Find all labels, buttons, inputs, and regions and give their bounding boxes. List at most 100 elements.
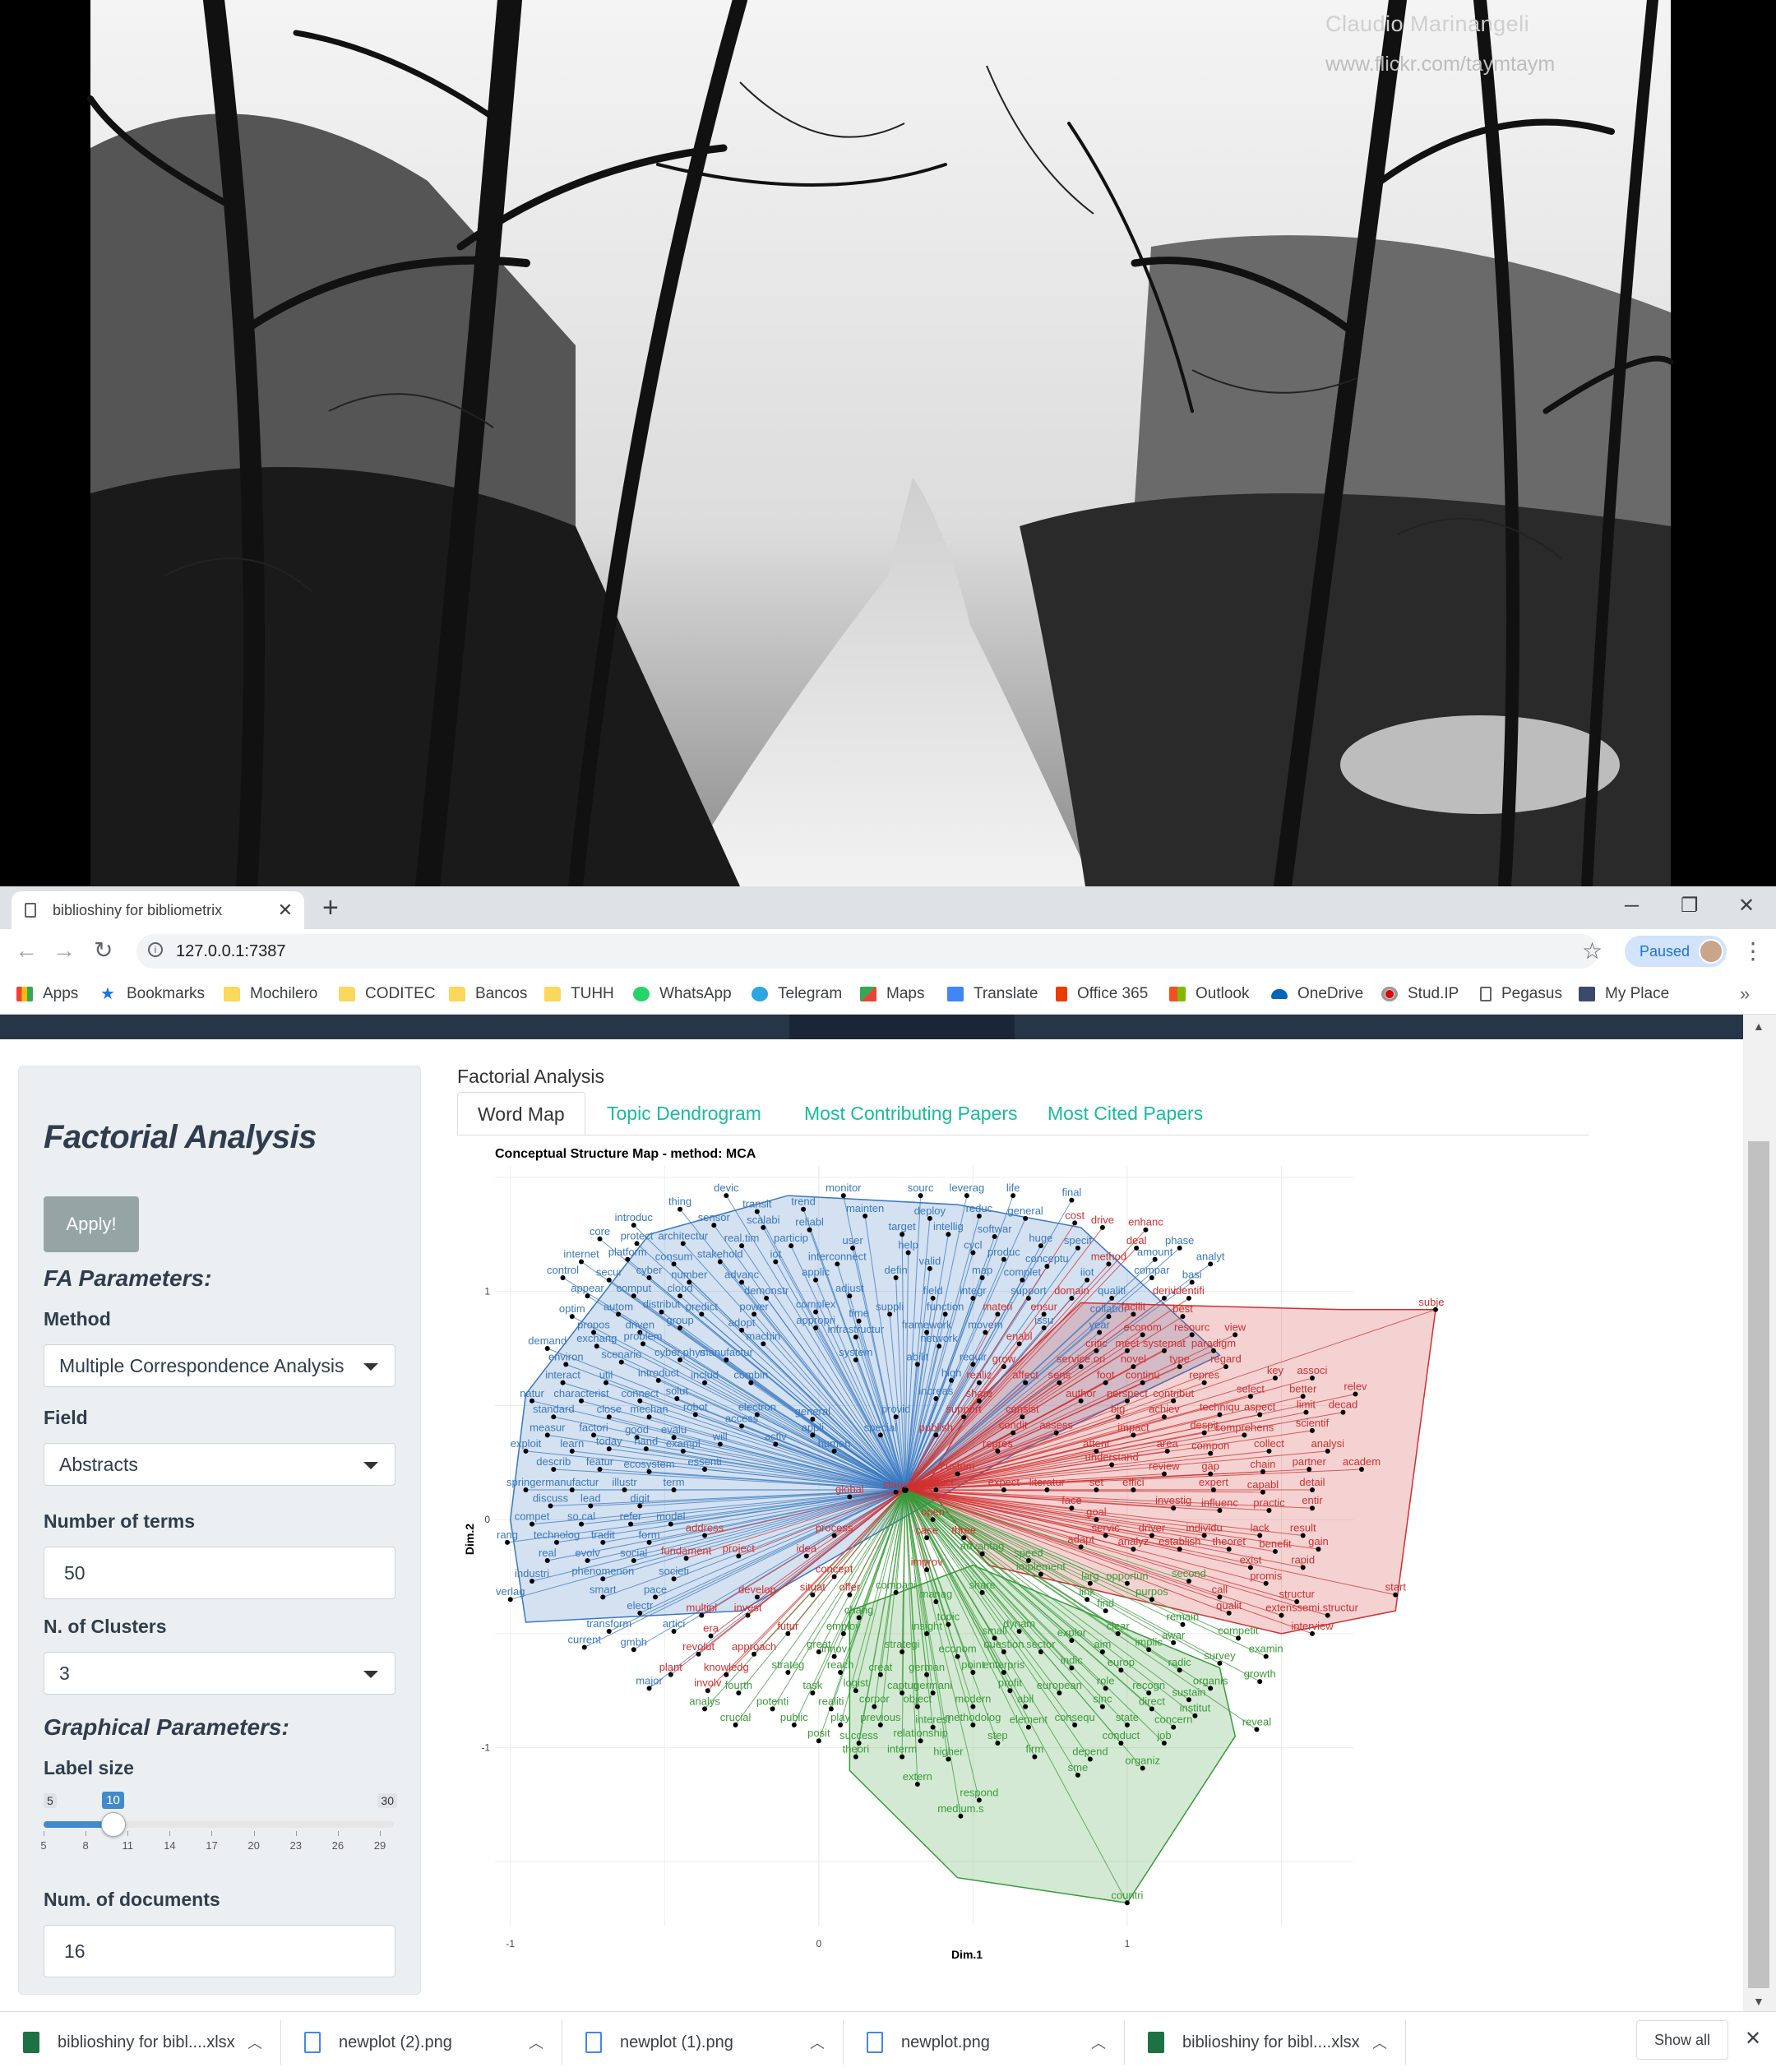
tab-word-map[interactable]: Word Map	[457, 1092, 585, 1135]
bookmark-whatsapp[interactable]: WhatsApp	[633, 982, 732, 1006]
scrollbar-thumb[interactable]	[1748, 1141, 1769, 1988]
chart-point-label: multipl	[687, 1602, 718, 1614]
new-tab-button[interactable]: +	[322, 891, 339, 924]
chart-point-label: implement	[1016, 1561, 1066, 1573]
chart-point-label: key	[1267, 1364, 1284, 1376]
chart-point-label: effici	[1122, 1476, 1145, 1488]
bookmark-bookmarks[interactable]: ★ Bookmarks	[100, 982, 205, 1006]
back-arrow-icon[interactable]: ←	[15, 934, 38, 967]
tab-most-cited-papers[interactable]: Most Cited Papers	[1028, 1092, 1223, 1135]
wallpaper-photo	[87, 0, 1674, 886]
bookmark-telegram[interactable]: Telegram	[752, 982, 842, 1006]
chart-point-label: control	[547, 1264, 579, 1276]
scroll-up-icon[interactable]: ▲	[1753, 1020, 1764, 1033]
profile-button[interactable]: Paused	[1625, 936, 1727, 967]
download-item[interactable]: biblioshiny for bibl....xlsx ︿	[1125, 2020, 1406, 2065]
chevron-up-icon[interactable]: ︿	[1372, 2032, 1387, 2053]
browser-tab-active[interactable]: biblioshiny for bibliometrix ✕	[12, 891, 304, 929]
tab-most-contributing-papers[interactable]: Most Contributing Papers	[784, 1092, 1038, 1135]
close-download-bar-icon[interactable]: ✕	[1745, 2027, 1761, 2051]
chart-point-label: extens	[1265, 1602, 1297, 1614]
clusters-select[interactable]: 3	[44, 1652, 395, 1695]
chevron-up-icon[interactable]: ︿	[529, 2032, 543, 2053]
page-scrollbar[interactable]: ▲ ▼	[1743, 1015, 1776, 2011]
chart-point-label: transform	[586, 1617, 631, 1630]
chart-point-label: detail	[1299, 1476, 1325, 1488]
minimize-icon[interactable]: ─	[1625, 890, 1639, 923]
slider-tick-label: 20	[247, 1839, 260, 1852]
bookmark-star-icon[interactable]: ☆	[1582, 934, 1603, 969]
download-item[interactable]: newplot (1).png ︿	[562, 2020, 844, 2065]
chart-point-label: factori	[579, 1421, 608, 1433]
chart-point-label: result	[1290, 1522, 1316, 1534]
chart-point-label: explor	[1057, 1626, 1087, 1639]
chevron-up-icon[interactable]: ︿	[1091, 2032, 1106, 2053]
address-bar[interactable]: i 127.0.0.1:7387	[136, 934, 1598, 969]
download-item[interactable]: newplot (2).png ︿	[281, 2020, 562, 2065]
close-tab-icon[interactable]: ✕	[278, 900, 293, 921]
terms-input[interactable]: 50	[44, 1547, 395, 1599]
chart-point-label: germani	[913, 1679, 952, 1691]
chart-point-label: standard	[533, 1403, 575, 1415]
close-window-icon[interactable]: ✕	[1738, 890, 1755, 923]
chart-point-label: goal	[1086, 1505, 1107, 1518]
chart-point-label: task	[802, 1679, 822, 1691]
more-bookmarks-icon[interactable]: »	[1740, 983, 1750, 1005]
chart-point-label: general	[1007, 1205, 1043, 1217]
show-all-button[interactable]: Show all	[1636, 2020, 1728, 2060]
forward-arrow-icon[interactable]: →	[53, 934, 76, 967]
chart-point-label: organiz	[1125, 1755, 1160, 1767]
chart-point-label: role	[1097, 1674, 1115, 1686]
bookmark-mochilero[interactable]: Mochilero	[224, 982, 317, 1006]
chart-point-label: face	[1061, 1494, 1082, 1506]
method-select[interactable]: Multiple Correspondence Analysis	[44, 1344, 395, 1387]
restore-icon[interactable]: ❐	[1681, 890, 1699, 923]
navbar-active-segment[interactable]	[789, 1015, 1015, 1039]
download-item[interactable]: newplot.png ︿	[844, 2020, 1125, 2065]
bookmark-studip[interactable]: Stud.IP	[1381, 982, 1459, 1006]
menu-kebab-icon[interactable]: ⋮	[1741, 934, 1764, 969]
chart-point-label: situat	[800, 1581, 826, 1593]
label-size-slider[interactable]: 5 30 10 5 8 11 14 17 20 23 26 29	[40, 1792, 397, 1852]
chart-point-label: gain	[1308, 1535, 1329, 1547]
download-item[interactable]: biblioshiny for bibl....xlsx ︿	[0, 2020, 281, 2065]
bookmark-maps[interactable]: Maps	[860, 982, 924, 1006]
site-info-icon[interactable]: i	[148, 942, 163, 957]
scroll-down-icon[interactable]: ▼	[1753, 1995, 1764, 2008]
chart-point-label: entir	[1302, 1494, 1323, 1506]
chart-point-label: success	[839, 1729, 878, 1741]
bookmark-pegasus[interactable]: Pegasus	[1480, 982, 1562, 1006]
documents-input[interactable]: 16	[44, 1925, 395, 1977]
field-select[interactable]: Abstracts	[44, 1443, 395, 1486]
bookmark-office365[interactable]: Office 365	[1056, 982, 1148, 1006]
bookmark-apps[interactable]: Apps	[16, 982, 78, 1006]
bookmark-translate[interactable]: Translate	[947, 982, 1038, 1006]
chart-point-label: introduct	[638, 1367, 679, 1379]
chart-point-label: examin	[1249, 1643, 1283, 1655]
chart-point-label: combin	[733, 1369, 768, 1381]
bookmark-onedrive[interactable]: OneDrive	[1271, 982, 1363, 1006]
chart-point-label: competit	[1218, 1624, 1259, 1636]
bookmark-coditec[interactable]: CODITEC	[339, 982, 436, 1006]
chevron-up-icon[interactable]: ︿	[247, 2032, 262, 2053]
image-file-icon	[585, 2032, 602, 2053]
reload-icon[interactable]: ↻	[94, 934, 113, 967]
chevron-up-icon[interactable]: ︿	[810, 2032, 825, 2053]
chart-point-label: technolog	[534, 1529, 580, 1541]
slider-handle[interactable]	[101, 1812, 127, 1837]
chart-point-label: connect	[622, 1387, 659, 1399]
chart-point-label: lead	[580, 1492, 601, 1504]
folder-icon	[449, 987, 465, 1001]
chart-point-label: tradit	[591, 1529, 615, 1541]
chart-point-label: academ	[1343, 1455, 1381, 1468]
bookmark-tuhh[interactable]: TUHH	[544, 982, 614, 1006]
bookmark-myplace[interactable]: My Place	[1579, 982, 1669, 1006]
chart-point-label: abil	[1017, 1693, 1034, 1705]
bookmark-bancos[interactable]: Bancos	[449, 982, 527, 1006]
tab-topic-dendrogram[interactable]: Topic Dendrogram	[587, 1092, 781, 1135]
bookmark-outlook[interactable]: Outlook	[1169, 982, 1249, 1006]
chart-point-label: particip	[774, 1232, 808, 1244]
chart-point-label: consist	[1006, 1403, 1039, 1415]
apply-button[interactable]: Apply!	[44, 1196, 139, 1252]
chart-point-label: relationship	[893, 1727, 948, 1739]
